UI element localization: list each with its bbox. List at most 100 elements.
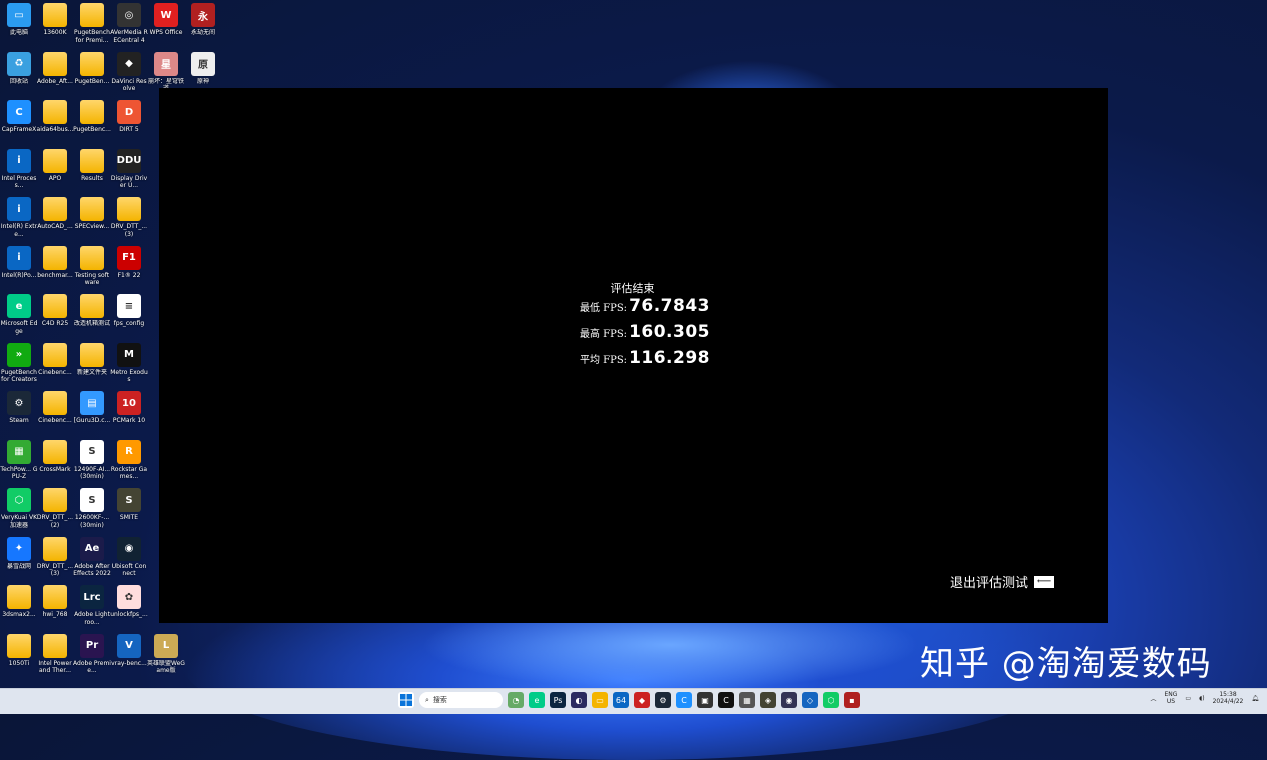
edge-icon[interactable]: e (529, 692, 545, 708)
desktop-icon-label: 改造机箱测试 (73, 320, 110, 327)
desktop-icon[interactable]: i Intel Process... (0, 148, 38, 198)
desktop-icon[interactable]: M Metro Exodus (110, 342, 148, 392)
app-icon: ▦ (7, 439, 31, 464)
desktop-icon[interactable]: Ae Adobe After Effects 2022 (73, 536, 111, 586)
app-icon[interactable]: ◈ (760, 692, 776, 708)
desktop-icon[interactable]: D DIRT 5 (110, 100, 148, 149)
desktop-icon[interactable]: S 12490F-AI... (30min) (73, 439, 111, 489)
desktop-icon[interactable]: ✦ 暴雪战网 (0, 536, 38, 586)
chevron-up-icon[interactable]: ︿ (1150, 694, 1156, 703)
desktop-icon[interactable]: PugetBenc... (73, 100, 111, 149)
desktop-icon[interactable]: C4D R25 (36, 294, 74, 343)
desktop-icon-label: benchmar... (37, 271, 73, 279)
folder-icon (43, 100, 67, 124)
desktop-icon[interactable]: DRV_DTT_... (3) (36, 536, 74, 586)
desktop-icon[interactable]: Intel Power and Ther... (36, 633, 74, 683)
desktop-icon[interactable]: ≡ fps_config (110, 294, 148, 343)
game-window-icon[interactable]: ▪ (844, 692, 860, 708)
desktop-icon[interactable]: DDU Display Driver U... (110, 148, 148, 198)
desktop-icon[interactable]: hwi_768 (36, 585, 74, 634)
widgets-icon[interactable]: ◔ (508, 692, 524, 708)
desktop-icon[interactable]: L 英雄联盟WeGame版 (147, 633, 185, 683)
start-icon[interactable] (398, 692, 414, 708)
file-explorer-icon[interactable]: ▭ (592, 692, 608, 708)
desktop-icon-label: DRV_DTT_... (3) (36, 562, 74, 578)
desktop-icon[interactable]: 10 PCMark 10 (110, 391, 148, 440)
back-arrow-icon: ⟵ (1034, 575, 1055, 588)
clock[interactable]: 15:38 2024/4/22 (1213, 691, 1244, 705)
desktop-icon[interactable]: PugetBench for Premi... (73, 3, 111, 52)
desktop-icon[interactable]: Cinebenc... (36, 342, 74, 392)
desktop-icon[interactable]: Cinebenc... (36, 391, 74, 440)
desktop-icon[interactable]: AutoCAD_... (36, 197, 74, 246)
desktop-icon[interactable]: Pr Adobe Premie... (73, 633, 111, 683)
desktop-icon[interactable]: ♻ 回收站 (0, 51, 38, 101)
folder-icon (43, 342, 67, 367)
desktop-icon[interactable]: ▭ 此电脑 (0, 3, 38, 52)
desktop-icon[interactable]: i Intel(R)Po... (0, 245, 38, 295)
desktop-icon[interactable]: aida64bus... (36, 100, 74, 149)
desktop-icon-label: AVerMedia RECentral 4 (110, 29, 148, 44)
desktop-icon[interactable]: ▦ TechPow... GPU-Z (0, 439, 38, 489)
photoshop-icon[interactable]: Ps (550, 692, 566, 708)
folder-icon (43, 633, 67, 658)
desktop-icon[interactable]: 13600K (36, 3, 74, 52)
desktop-icon[interactable]: CrossMark (36, 439, 74, 489)
browser-icon[interactable]: ◐ (571, 692, 587, 708)
capframex-icon[interactable]: C (676, 692, 692, 708)
cpuz-icon[interactable]: C (718, 692, 734, 708)
volume-icon[interactable]: ◖) (1199, 695, 1205, 702)
desktop-icon-label: 英雄联盟WeGame版 (147, 659, 185, 675)
desktop-icon[interactable]: F1 F1® 22 (110, 245, 148, 295)
desktop-icon[interactable]: ⬡ VeryKuai VK 加速器 (0, 488, 38, 537)
taskbar-search[interactable]: ⌕ 搜索 (419, 692, 503, 708)
network-icon[interactable]: ▭ (1185, 695, 1191, 702)
desktop-icon[interactable]: Adobe_Aft... (36, 51, 74, 101)
desktop-icon[interactable]: S 12600KF-... (30min) (73, 488, 111, 537)
desktop-icon[interactable]: i Intel(R) Extre... (0, 197, 38, 246)
desktop-icon[interactable]: 永永劫无间 (184, 3, 222, 52)
app-icon: ◆ (117, 51, 141, 76)
desktop-icon[interactable]: Vvray-benc... (110, 633, 148, 683)
desktop-icon[interactable]: 新建文件夹 (73, 342, 111, 392)
desktop-icon-label: APO (48, 174, 62, 182)
desktop-icon[interactable]: R Rockstar Games... (110, 439, 148, 489)
desktop-icon[interactable]: SPECview... (73, 197, 111, 246)
desktop-icon[interactable]: DRV_DTT_... (2) (36, 488, 74, 537)
game-icon[interactable]: ◆ (634, 692, 650, 708)
calc-icon[interactable]: ▦ (739, 692, 755, 708)
desktop-icon[interactable]: ▤ [Guru3D.c... (73, 391, 111, 440)
desktop-icon[interactable]: W WPS Office (147, 3, 185, 52)
desktop-icon[interactable]: ◆ DaVinci Resolve (110, 51, 148, 101)
desktop-icon[interactable]: » PugetBench for Creators (0, 342, 38, 392)
desktop-icon[interactable]: PugetBen... (73, 51, 111, 101)
desktop-icon[interactable]: ◎ AVerMedia RECentral 4 (110, 3, 148, 52)
desktop-icon[interactable]: ◉ Ubisoft Connect (110, 536, 148, 586)
desktop-icon[interactable]: e Microsoft Edge (0, 294, 38, 343)
desktop-icon[interactable]: Testing software (73, 245, 111, 295)
desktop-icon[interactable]: ✿ unlockfps_... (110, 585, 148, 634)
desktop-icon[interactable]: benchmar... (36, 245, 74, 295)
result-row-max: 最高 FPS: 160.305 (560, 322, 710, 348)
vk-icon[interactable]: ⬡ (823, 692, 839, 708)
desktop-icon[interactable]: Lrc Adobe Lightroo... (73, 585, 111, 634)
monitor-icon[interactable]: ▣ (697, 692, 713, 708)
notification-bell-icon[interactable]: 🔔︎ (1251, 695, 1259, 702)
app-icon: DDU (117, 148, 141, 173)
desktop-icon[interactable]: Results (73, 148, 111, 198)
shield-icon[interactable]: ◇ (802, 692, 818, 708)
desktop-icon[interactable]: 3dsmax2... (0, 585, 38, 634)
desktop-icon[interactable]: 改造机箱测试 (73, 294, 111, 343)
app2-icon[interactable]: ◉ (781, 692, 797, 708)
steam-icon[interactable]: ⚙ (655, 692, 671, 708)
desktop-icon[interactable]: 1050Ti (0, 633, 38, 683)
desktop-icon[interactable]: DRV_DTT_... (3) (110, 197, 148, 246)
desktop-icon[interactable]: APO (36, 148, 74, 198)
desktop-icon[interactable]: ⚙ Steam (0, 391, 38, 440)
language-indicator[interactable]: ENG US (1164, 691, 1177, 705)
aida64-icon[interactable]: 64 (613, 692, 629, 708)
desktop-icon[interactable]: C CapFrameX (0, 100, 38, 149)
exit-benchmark-button[interactable]: 退出评估测试 ⟵ (950, 572, 1055, 591)
app-icon: ▤ (80, 391, 104, 415)
desktop-icon[interactable]: S SMITE (110, 488, 148, 537)
